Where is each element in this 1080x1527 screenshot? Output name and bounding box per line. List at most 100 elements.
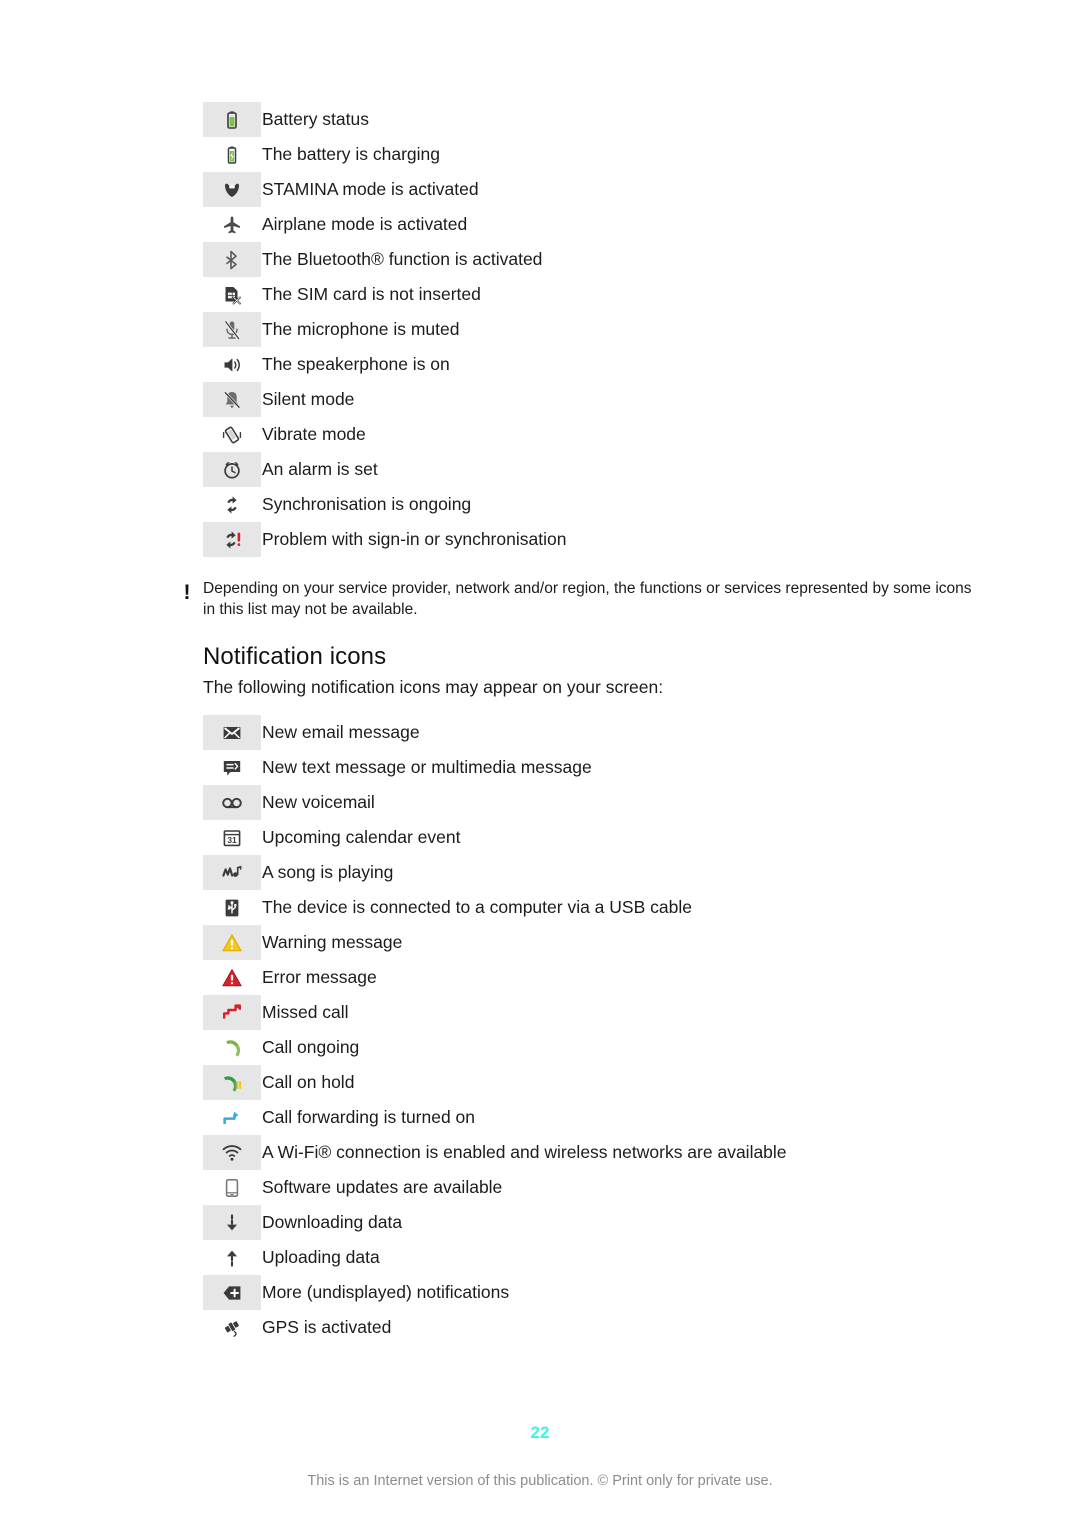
- icon-row: STAMINA mode is activated: [203, 172, 963, 207]
- icon-row-label: A Wi-Fi® connection is enabled and wirel…: [262, 1142, 787, 1162]
- icon-row: New text message or multimedia message: [203, 750, 963, 785]
- svg-text:31: 31: [227, 835, 237, 845]
- call-on-hold-icon: [203, 1065, 261, 1100]
- icon-row: An alarm is set: [203, 452, 963, 487]
- sync-problem-icon: [203, 522, 261, 557]
- icon-row-label: The Bluetooth® function is activated: [262, 249, 543, 269]
- music-playing-icon: [203, 855, 261, 890]
- icon-row-label: Error message: [262, 967, 377, 987]
- sync-ongoing-icon: [203, 487, 261, 522]
- software-update-icon: [203, 1170, 261, 1205]
- icon-row: New email message: [203, 715, 963, 750]
- icon-row: Missed call: [203, 995, 963, 1030]
- icon-row: Call on hold: [203, 1065, 963, 1100]
- icon-row-label: STAMINA mode is activated: [262, 179, 479, 199]
- icon-row-label: Software updates are available: [262, 1177, 503, 1197]
- wifi-icon: [203, 1135, 261, 1170]
- new-voicemail-icon: [203, 785, 261, 820]
- icon-row-label: Silent mode: [262, 389, 355, 409]
- call-forwarding-icon: [203, 1100, 261, 1135]
- icon-row: A Wi-Fi® connection is enabled and wirel…: [203, 1135, 963, 1170]
- icon-row-label: Problem with sign-in or synchronisation: [262, 529, 567, 549]
- downloading-icon: [203, 1205, 261, 1240]
- icon-row: 31 Upcoming calendar event: [203, 820, 963, 855]
- icon-row-label: Call on hold: [262, 1072, 355, 1092]
- icon-row-label: More (undisplayed) notifications: [262, 1282, 510, 1302]
- gps-icon: [203, 1310, 261, 1345]
- stamina-mode-icon: [203, 172, 261, 207]
- alarm-icon: [203, 452, 261, 487]
- icon-row-label: Vibrate mode: [262, 424, 366, 444]
- footer-disclaimer: This is an Internet version of this publ…: [307, 1473, 773, 1489]
- icon-row: The battery is charging: [203, 137, 963, 172]
- icon-row: Uploading data: [203, 1240, 963, 1275]
- icon-row: The SIM card is not inserted: [203, 277, 963, 312]
- airplane-mode-icon: [203, 207, 261, 242]
- icon-row: Call forwarding is turned on: [203, 1100, 963, 1135]
- icon-row: Call ongoing: [203, 1030, 963, 1065]
- missed-call-icon: [203, 995, 261, 1030]
- uploading-icon: [203, 1240, 261, 1275]
- page-number: 22: [530, 1423, 550, 1442]
- icon-row: Error message: [203, 960, 963, 995]
- error-icon: [203, 960, 261, 995]
- icon-row: Downloading data: [203, 1205, 963, 1240]
- note-block: ! Depending on your service provider, ne…: [176, 578, 976, 620]
- note-text: Depending on your service provider, netw…: [203, 580, 972, 618]
- microphone-muted-icon: [203, 312, 261, 347]
- icon-row-label: Uploading data: [262, 1247, 380, 1267]
- icon-row-label: GPS is activated: [262, 1317, 392, 1337]
- icon-row-label: Call ongoing: [262, 1037, 360, 1057]
- icon-row: Airplane mode is activated: [203, 207, 963, 242]
- icon-row: A song is playing: [203, 855, 963, 890]
- icon-row: Synchronisation is ongoing: [203, 487, 963, 522]
- notification-icons-list: New email message New text message or mul…: [203, 715, 963, 1345]
- note-exclamation-icon: !: [183, 581, 191, 604]
- icon-row-label: Airplane mode is activated: [262, 214, 468, 234]
- icon-row-label: The battery is charging: [262, 144, 441, 164]
- status-icons-list: Battery status The battery is charging STA…: [203, 102, 963, 557]
- icon-row: The device is connected to a computer vi…: [203, 890, 963, 925]
- page-title: Notification icons: [203, 643, 387, 670]
- silent-mode-icon: [203, 382, 261, 417]
- icon-row: Problem with sign-in or synchronisation: [203, 522, 963, 557]
- icon-row-label: The SIM card is not inserted: [262, 284, 481, 304]
- icon-row-label: Synchronisation is ongoing: [262, 494, 472, 514]
- speakerphone-icon: [203, 347, 261, 382]
- icon-row-label: New email message: [262, 722, 420, 742]
- vibrate-mode-icon: [203, 417, 261, 452]
- battery-charging-icon: [203, 137, 261, 172]
- icon-row: GPS is activated: [203, 1310, 963, 1345]
- icon-row-label: Missed call: [262, 1002, 349, 1022]
- icon-row: The Bluetooth® function is activated: [203, 242, 963, 277]
- icon-row-label: New text message or multimedia message: [262, 757, 592, 777]
- icon-row-label: The device is connected to a computer vi…: [262, 897, 692, 917]
- icon-row-label: A song is playing: [262, 862, 394, 882]
- icon-row: Warning message: [203, 925, 963, 960]
- icon-row: Silent mode: [203, 382, 963, 417]
- icon-row-label: Battery status: [262, 109, 369, 129]
- icon-row: More (undisplayed) notifications: [203, 1275, 963, 1310]
- icon-row-label: New voicemail: [262, 792, 375, 812]
- icon-row: Battery status: [203, 102, 963, 137]
- icon-row: Software updates are available: [203, 1170, 963, 1205]
- sim-card-missing-icon: [203, 277, 261, 312]
- usb-connected-icon: [203, 890, 261, 925]
- icon-row: The speakerphone is on: [203, 347, 963, 382]
- section-intro: The following notification icons may app…: [203, 677, 664, 697]
- icon-row: Vibrate mode: [203, 417, 963, 452]
- bluetooth-icon: [203, 242, 261, 277]
- warning-icon: [203, 925, 261, 960]
- icon-row-label: The microphone is muted: [262, 319, 460, 339]
- manual-page: Battery status The battery is charging STA…: [0, 0, 1080, 1527]
- calendar-event-icon: 31: [203, 820, 261, 855]
- icon-row-label: Warning message: [262, 932, 403, 952]
- icon-row-label: The speakerphone is on: [262, 354, 450, 374]
- icon-row-label: Downloading data: [262, 1212, 403, 1232]
- call-ongoing-icon: [203, 1030, 261, 1065]
- new-text-message-icon: [203, 750, 261, 785]
- icon-row-label: Upcoming calendar event: [262, 827, 461, 847]
- new-email-icon: [203, 715, 261, 750]
- icon-row-label: Call forwarding is turned on: [262, 1107, 476, 1127]
- icon-row: The microphone is muted: [203, 312, 963, 347]
